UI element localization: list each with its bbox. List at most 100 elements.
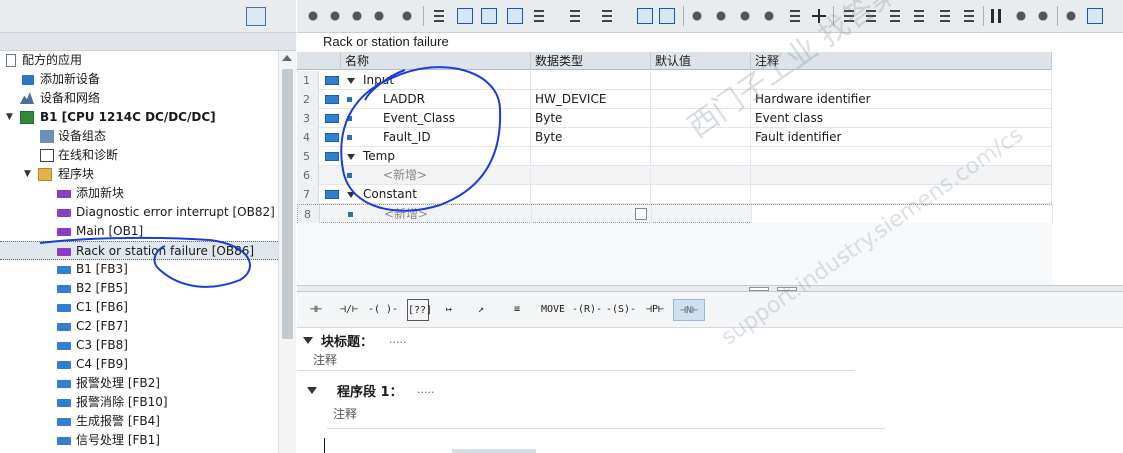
set-coil-button[interactable]: -(S)-	[605, 299, 637, 321]
var-comment[interactable]: Fault identifier	[751, 128, 1052, 147]
var-comment[interactable]	[751, 71, 1052, 90]
tree-item-fb10[interactable]: 报警消除 [FB10]	[0, 393, 278, 412]
splitter-up-icon[interactable]	[749, 287, 769, 291]
tree-item-fb7[interactable]: C2 [FB7]	[0, 317, 278, 336]
var-default[interactable]	[651, 147, 751, 166]
delete-network-icon[interactable]	[327, 8, 343, 24]
var-name[interactable]: LADDR	[379, 90, 531, 109]
insert-network-icon[interactable]	[305, 8, 321, 24]
var-name[interactable]: Temp	[359, 147, 531, 166]
scroll-up-icon[interactable]	[282, 55, 292, 61]
n-trig-button[interactable]: ⊣N⊢	[673, 299, 705, 321]
close-branch-button[interactable]: ↗	[469, 299, 493, 321]
var-default[interactable]	[651, 128, 751, 147]
add-new-placeholder[interactable]: <新增>	[380, 205, 532, 224]
highlight-icon[interactable]	[659, 8, 675, 24]
sort-icon[interactable]	[937, 8, 953, 24]
display-operand-icon[interactable]	[637, 8, 653, 24]
ladder-rung-cursor[interactable]	[324, 438, 325, 453]
var-type[interactable]	[532, 205, 652, 224]
var-comment[interactable]: Hardware identifier	[751, 90, 1052, 109]
splitter-down-icon[interactable]	[777, 287, 797, 291]
tree-item-fb2[interactable]: 报警处理 [FB2]	[0, 374, 278, 393]
tree-item-device-config[interactable]: 设备组态	[0, 127, 278, 146]
header-data-type[interactable]: 数据类型	[531, 52, 651, 70]
scroll-thumb[interactable]	[282, 69, 293, 339]
var-comment[interactable]	[752, 205, 1053, 224]
interface-row[interactable]: 5 Temp	[297, 147, 1052, 166]
interface-row[interactable]: 1 Input	[297, 71, 1052, 90]
tree-item-fb6[interactable]: C1 [FB6]	[0, 298, 278, 317]
var-type[interactable]: Byte	[531, 128, 651, 147]
word-wrap-icon[interactable]	[911, 8, 927, 24]
expand-arrow-icon[interactable]: ▼	[6, 108, 16, 127]
tree-item-ob86[interactable]: Rack or station failure [OB86]	[0, 241, 278, 260]
compare-icon[interactable]	[761, 8, 777, 24]
var-comment[interactable]: Event class	[751, 109, 1052, 128]
coil-button[interactable]: -( )-	[367, 299, 399, 321]
tree-item-plc[interactable]: ▼ B1 [CPU 1214C DC/DC/DC]	[0, 108, 278, 127]
block-title-value[interactable]: .....	[389, 333, 406, 346]
expand-arrow-icon[interactable]: ▼	[24, 165, 34, 184]
tree-item-fb1[interactable]: 信号处理 [FB1]	[0, 431, 278, 450]
network-title-value[interactable]: .....	[417, 383, 434, 396]
editor-splitter[interactable]	[297, 285, 1123, 292]
tree-item-fb9[interactable]: C4 [FB9]	[0, 355, 278, 374]
move-button[interactable]: MOVE	[537, 299, 569, 321]
collapse-arrow-icon[interactable]	[347, 78, 355, 84]
interface-row[interactable]: 6 <新增>	[297, 166, 1052, 185]
tree-scrollbar[interactable]	[278, 51, 296, 453]
monitor-on-icon[interactable]	[689, 8, 705, 24]
open-all-networks-icon[interactable]	[531, 8, 547, 24]
block-title-collapse-icon[interactable]	[303, 337, 313, 344]
open-branch-button[interactable]: ↦	[437, 299, 461, 321]
header-comment[interactable]: 注释	[751, 52, 1052, 70]
var-name[interactable]: Fault_ID	[379, 128, 531, 147]
monitor-off-icon[interactable]	[713, 8, 729, 24]
interface-row-selected[interactable]: 8 <新增>	[297, 204, 1053, 224]
var-default[interactable]	[651, 166, 751, 185]
tree-item-add-device[interactable]: 添加新设备	[0, 70, 278, 89]
indent-right-icon[interactable]	[863, 8, 879, 24]
indent-left-icon[interactable]	[841, 8, 857, 24]
var-type[interactable]: HW_DEVICE	[531, 90, 651, 109]
tree-item-devices-networks[interactable]: 设备和网络	[0, 89, 278, 108]
network-collapse-icon[interactable]	[307, 387, 317, 394]
tree-item-program-blocks[interactable]: ▼ 程序块	[0, 165, 278, 184]
network-comments-icon[interactable]	[481, 8, 497, 24]
p-trig-button[interactable]: ⊣P⊢	[639, 299, 671, 321]
tree-export-icon[interactable]	[269, 7, 289, 26]
interface-row[interactable]: 2 LADDR HW_DEVICE Hardware identifier	[297, 90, 1052, 109]
var-type[interactable]	[531, 166, 651, 185]
normally-open-contact-button[interactable]: ⊣⊢	[303, 299, 329, 321]
tree-item-project[interactable]: 配方的应用	[0, 51, 278, 70]
var-default[interactable]	[651, 109, 751, 128]
glasses-icon[interactable]	[1087, 8, 1103, 24]
tree-item-online-diag[interactable]: 在线和诊断	[0, 146, 278, 165]
settings-icon[interactable]	[1063, 8, 1079, 24]
interface-row[interactable]: 3 Event_Class Byte Event class	[297, 109, 1052, 128]
list-view-icon[interactable]	[787, 8, 803, 24]
tree-view-toggle-icon[interactable]	[246, 7, 266, 26]
normally-closed-contact-button[interactable]: ⊣/⊢	[335, 299, 363, 321]
step-over-icon[interactable]	[1035, 8, 1051, 24]
var-comment[interactable]	[751, 147, 1052, 166]
block-comment[interactable]: 注释	[313, 351, 337, 368]
monitor-icon[interactable]	[399, 8, 415, 24]
reset-coil-button[interactable]: -(R)-	[571, 299, 603, 321]
var-type[interactable]	[531, 185, 651, 204]
var-type[interactable]: Byte	[531, 109, 651, 128]
collapse-arrow-icon[interactable]	[347, 154, 355, 160]
var-name[interactable]: Constant	[359, 185, 531, 204]
add-row-icon[interactable]	[371, 8, 387, 24]
step-into-icon[interactable]	[1013, 8, 1029, 24]
close-all-networks-icon[interactable]	[567, 8, 583, 24]
network-comment[interactable]: 注释	[333, 405, 357, 422]
var-default[interactable]	[651, 71, 751, 90]
absolute-address-icon[interactable]	[431, 8, 447, 24]
var-name[interactable]: Input	[359, 71, 531, 90]
var-default[interactable]	[651, 90, 751, 109]
comment-toggle-icon[interactable]	[507, 8, 523, 24]
tree-item-add-block[interactable]: 添加新块	[0, 184, 278, 203]
tree-item-ob82[interactable]: Diagnostic error interrupt [OB82]	[0, 203, 278, 222]
